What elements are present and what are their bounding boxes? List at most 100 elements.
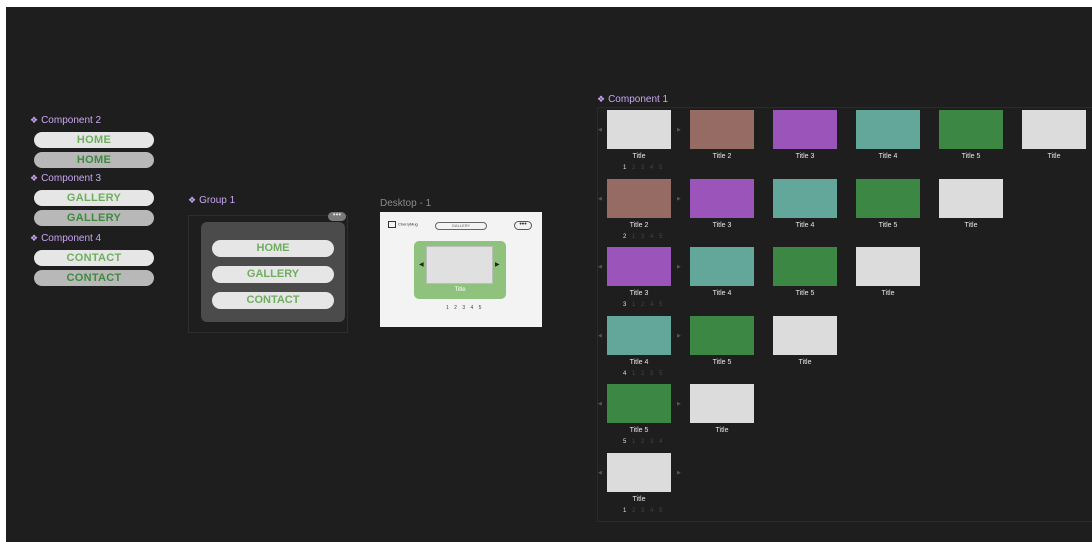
- thumbnail-title: Title 2: [712, 153, 732, 160]
- design-canvas[interactable]: ❖ Component 2 HOME HOME ❖ Component 3 GALL…: [6, 7, 1092, 542]
- thumbnail-title: Title: [964, 221, 978, 229]
- group-gallery-button[interactable]: GALLERY: [212, 266, 334, 283]
- other-page-indicators[interactable]: 2 3 4 5: [628, 508, 664, 514]
- carousel-next-icon[interactable]: ▶: [495, 261, 500, 268]
- carousel-next-icon[interactable]: ▶: [677, 401, 681, 407]
- carousel-pagination[interactable]: 2 1 3 4 5: [623, 234, 664, 240]
- group-contact-button[interactable]: CONTACT: [212, 292, 334, 309]
- thumbnail-title: Title 5: [712, 358, 732, 366]
- carousel-thumbnail[interactable]: [856, 247, 920, 286]
- carousel-thumbnail[interactable]: [1022, 110, 1086, 149]
- carousel-thumbnail[interactable]: [773, 110, 837, 149]
- carousel-next-icon[interactable]: ▶: [677, 264, 681, 270]
- carousel-pagination[interactable]: 1 2 3 4 5: [623, 165, 664, 171]
- carousel-prev-icon[interactable]: ◀: [598, 196, 602, 202]
- carousel-thumbnail[interactable]: [690, 315, 754, 355]
- thumbnail-title: Title 5: [629, 427, 649, 434]
- home-button-default[interactable]: HOME: [34, 132, 154, 148]
- thumbnail-title: Title: [881, 290, 895, 297]
- thumbnail-title: Title: [798, 358, 812, 366]
- thumbnail-title: Title 4: [712, 290, 732, 297]
- thumbnail-title: Title: [715, 427, 729, 434]
- carousel-next-icon[interactable]: ▶: [677, 470, 681, 476]
- thumbnail-title: Title 3: [629, 290, 649, 297]
- desktop-1-label[interactable]: Desktop - 1: [380, 198, 431, 209]
- carousel-thumbnail[interactable]: [856, 178, 920, 218]
- gallery-search-pill[interactable]: GALLERY: [435, 222, 487, 230]
- component-4-label[interactable]: ❖ Component 4: [30, 233, 101, 244]
- thumbnail-title: Title 5: [961, 153, 981, 160]
- thumbnail-title: Title 5: [795, 290, 815, 297]
- carousel-thumbnail[interactable]: [856, 110, 920, 149]
- carousel-thumbnail[interactable]: [607, 247, 671, 286]
- carousel-thumbnail[interactable]: [773, 247, 837, 286]
- home-button-hover[interactable]: HOME: [34, 152, 154, 168]
- component-2-label[interactable]: ❖ Component 2: [30, 115, 101, 126]
- gallery-button-hover[interactable]: GALLERY: [34, 210, 154, 226]
- carousel-pagination[interactable]: 1 2 3 4 5: [623, 508, 664, 514]
- carousel-prev-icon[interactable]: ◀: [419, 261, 424, 268]
- carousel-card: ◀ ▶ Title: [414, 241, 506, 299]
- other-page-indicators[interactable]: 1 3 4 5: [628, 234, 664, 240]
- carousel-thumbnail[interactable]: [690, 247, 754, 286]
- carousel-thumbnail[interactable]: [607, 178, 671, 218]
- logo-icon: [388, 221, 396, 228]
- desktop-more-button[interactable]: •••: [514, 221, 532, 230]
- more-menu-button[interactable]: •••: [328, 211, 346, 221]
- component-1-frame[interactable]: [597, 107, 1092, 522]
- thumbnail-title: Title: [632, 495, 646, 503]
- carousel-pagination[interactable]: 1 2 3 4 5: [446, 305, 483, 311]
- thumbnail-title: Title: [1047, 153, 1061, 160]
- carousel-prev-icon[interactable]: ◀: [598, 333, 602, 339]
- carousel-pagination[interactable]: 4 1 2 3 5: [623, 371, 664, 377]
- component-icon: ❖: [30, 115, 39, 125]
- carousel-next-icon[interactable]: ▶: [677, 127, 681, 133]
- other-page-indicators[interactable]: 1 2 3 5: [628, 371, 664, 377]
- site-logo[interactable]: CherryMug: [388, 221, 418, 228]
- thumbnail-title: Title 3: [795, 153, 815, 160]
- carousel-thumbnail[interactable]: [690, 178, 754, 218]
- component-icon: ❖: [597, 94, 606, 104]
- contact-button-default[interactable]: CONTACT: [34, 250, 154, 266]
- carousel-prev-icon[interactable]: ◀: [598, 470, 602, 476]
- component-icon: ❖: [188, 195, 197, 205]
- carousel-thumbnail[interactable]: [773, 315, 837, 355]
- other-page-indicators[interactable]: 1 2 3 4: [628, 439, 664, 445]
- desktop-1-frame[interactable]: CherryMug GALLERY ••• ◀ ▶ Title 1 2 3 4 …: [380, 212, 542, 327]
- component-3-label[interactable]: ❖ Component 3: [30, 173, 101, 184]
- thumbnail-title: Title 4: [629, 358, 649, 366]
- group-home-button[interactable]: HOME: [212, 240, 334, 257]
- carousel-prev-icon[interactable]: ◀: [598, 127, 602, 133]
- carousel-thumbnail[interactable]: [773, 178, 837, 218]
- carousel-thumbnail[interactable]: [607, 384, 671, 423]
- carousel-thumbnail[interactable]: [607, 110, 671, 149]
- carousel-image: [426, 246, 493, 284]
- component-icon: ❖: [30, 233, 39, 243]
- carousel-thumbnail[interactable]: [607, 315, 671, 355]
- carousel-thumbnail[interactable]: [690, 110, 754, 149]
- carousel-thumbnail[interactable]: [939, 178, 1003, 218]
- carousel-thumbnail[interactable]: [690, 384, 754, 423]
- thumbnail-title: Title: [632, 153, 646, 160]
- thumbnail-title: Title 5: [878, 221, 898, 229]
- component-icon: ❖: [30, 173, 39, 183]
- gallery-button-default[interactable]: GALLERY: [34, 190, 154, 206]
- carousel-title: Title: [454, 287, 466, 293]
- carousel-next-icon[interactable]: ▶: [677, 333, 681, 339]
- other-page-indicators[interactable]: 2 3 4 5: [628, 165, 664, 171]
- carousel-pagination[interactable]: 3 1 2 4 5: [623, 302, 664, 308]
- group-1-label[interactable]: ❖ Group 1: [188, 195, 235, 206]
- component-1-label[interactable]: ❖ Component 1: [597, 94, 668, 105]
- carousel-next-icon[interactable]: ▶: [677, 196, 681, 202]
- carousel-pagination[interactable]: 5 1 2 3 4: [623, 439, 664, 445]
- carousel-thumbnail[interactable]: [939, 110, 1003, 149]
- contact-button-hover[interactable]: CONTACT: [34, 270, 154, 286]
- thumbnail-title: Title 2: [629, 221, 649, 229]
- other-page-indicators[interactable]: 1 2 4 5: [628, 302, 664, 308]
- thumbnail-title: Title 3: [712, 221, 732, 229]
- thumbnail-title: Title 4: [878, 153, 898, 160]
- carousel-thumbnail[interactable]: [607, 452, 671, 492]
- carousel-prev-icon[interactable]: ◀: [598, 401, 602, 407]
- carousel-prev-icon[interactable]: ◀: [598, 264, 602, 270]
- thumbnail-title: Title 4: [795, 221, 815, 229]
